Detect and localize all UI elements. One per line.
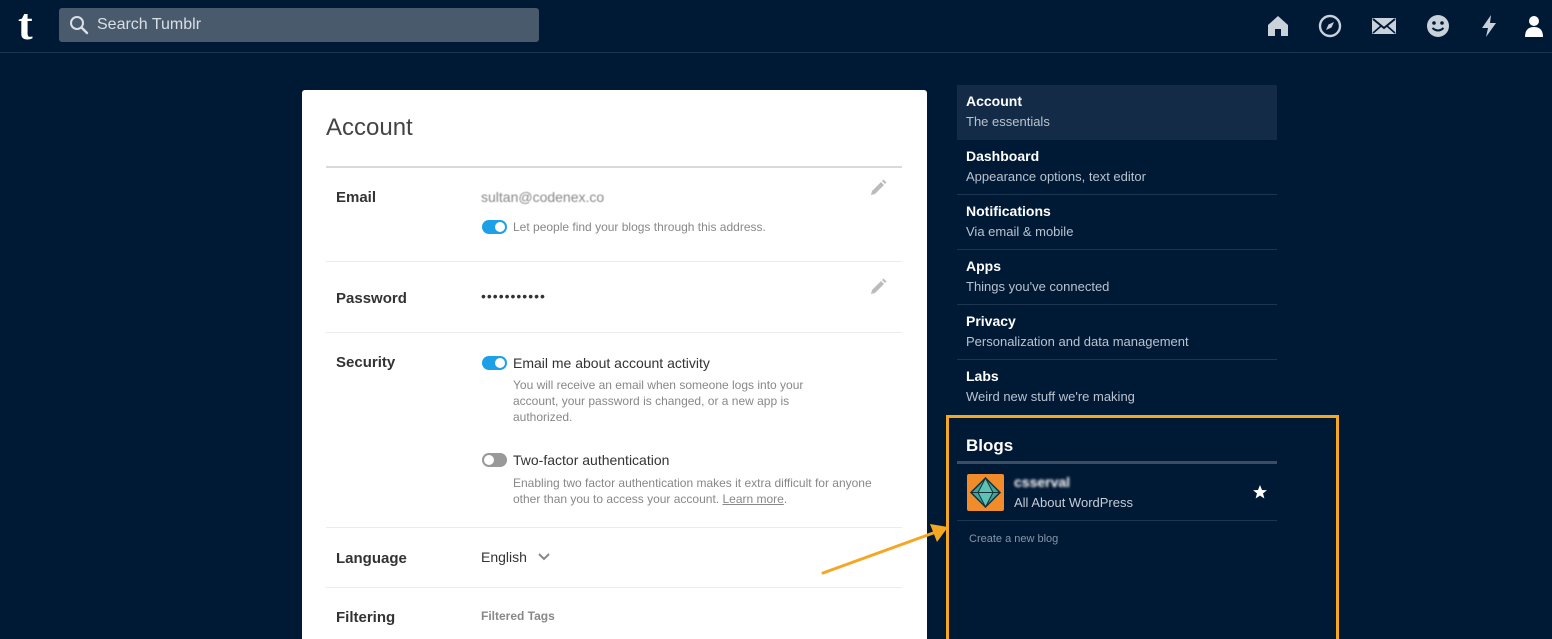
sidebar-item-title: Labs bbox=[966, 368, 999, 384]
email-value: sultan@codenex.co bbox=[481, 189, 605, 205]
account-activity-toggle[interactable] bbox=[482, 356, 507, 370]
blog-logo-icon bbox=[969, 476, 1002, 509]
sidebar-item-labs[interactable]: Labs Weird new stuff we're making bbox=[957, 360, 1277, 415]
blogs-divider bbox=[957, 461, 1277, 464]
blog-subtitle: All About WordPress bbox=[1014, 495, 1133, 510]
pencil-icon[interactable] bbox=[868, 277, 888, 297]
account-activity-hint: You will receive an email when someone l… bbox=[513, 378, 804, 424]
two-factor-label: Two-factor authentication bbox=[513, 452, 670, 468]
sidebar-item-subtitle: Personalization and data management bbox=[966, 334, 1189, 349]
sidebar-item-subtitle: Via email & mobile bbox=[966, 224, 1074, 239]
row-divider bbox=[326, 527, 902, 528]
email-label: Email bbox=[336, 189, 377, 206]
sidebar-item-title: Privacy bbox=[966, 313, 1016, 329]
sidebar-item-privacy[interactable]: Privacy Personalization and data managem… bbox=[957, 305, 1277, 360]
sidebar-item-title: Account bbox=[966, 93, 1022, 109]
language-select[interactable]: English bbox=[481, 549, 527, 565]
row-divider bbox=[326, 332, 902, 333]
two-factor-toggle[interactable] bbox=[482, 453, 507, 467]
pencil-icon[interactable] bbox=[868, 178, 888, 198]
blog-avatar[interactable] bbox=[967, 474, 1004, 511]
chevron-down-icon[interactable] bbox=[538, 553, 550, 561]
sidebar-item-title: Dashboard bbox=[966, 148, 1040, 164]
blogs-heading: Blogs bbox=[966, 436, 1014, 455]
create-blog-link[interactable]: Create a new blog bbox=[969, 533, 1058, 545]
filtered-tags-label: Filtered Tags bbox=[481, 609, 555, 623]
password-value: ••••••••••• bbox=[481, 288, 546, 304]
password-label: Password bbox=[336, 290, 407, 307]
blogs-list-divider bbox=[957, 520, 1277, 521]
search-input[interactable] bbox=[97, 8, 527, 42]
star-icon[interactable] bbox=[1252, 484, 1268, 500]
search-box[interactable] bbox=[59, 8, 539, 42]
search-icon bbox=[70, 16, 89, 35]
filtering-label: Filtering bbox=[336, 609, 396, 626]
sidebar-item-notifications[interactable]: Notifications Via email & mobile bbox=[957, 195, 1277, 250]
tumblr-logo[interactable]: t bbox=[18, 3, 48, 47]
learn-more-link[interactable]: Learn more bbox=[722, 492, 783, 506]
compass-icon[interactable] bbox=[1317, 13, 1343, 39]
find-by-email-toggle[interactable] bbox=[482, 220, 507, 234]
sidebar-item-title: Notifications bbox=[966, 203, 1051, 219]
language-label: Language bbox=[336, 550, 407, 567]
row-divider bbox=[326, 587, 902, 588]
sidebar-item-title: Apps bbox=[966, 258, 1001, 274]
sidebar-item-subtitle: Appearance options, text editor bbox=[966, 169, 1146, 184]
top-bar: t bbox=[0, 0, 1552, 53]
sidebar-item-account[interactable]: Account The essentials bbox=[957, 85, 1277, 140]
page-title: Account bbox=[326, 114, 413, 141]
smiley-icon[interactable] bbox=[1425, 13, 1451, 39]
sidebar-item-apps[interactable]: Apps Things you've connected bbox=[957, 250, 1277, 305]
two-factor-hint: Enabling two factor authentication makes… bbox=[513, 476, 872, 506]
sidebar-item-dashboard[interactable]: Dashboard Appearance options, text edito… bbox=[957, 140, 1277, 195]
account-activity-label: Email me about account activity bbox=[513, 355, 710, 371]
sidebar-item-subtitle: Things you've connected bbox=[966, 279, 1110, 294]
mail-icon[interactable] bbox=[1371, 13, 1397, 39]
sidebar-item-subtitle: The essentials bbox=[966, 114, 1050, 129]
lightning-icon[interactable] bbox=[1476, 13, 1502, 39]
row-divider bbox=[326, 261, 902, 262]
person-icon[interactable] bbox=[1521, 13, 1547, 39]
annotation-arrow-icon bbox=[821, 524, 948, 575]
security-label: Security bbox=[336, 354, 396, 371]
title-divider bbox=[326, 166, 902, 168]
blog-name[interactable]: csserval bbox=[1014, 474, 1070, 490]
sidebar-item-subtitle: Weird new stuff we're making bbox=[966, 389, 1135, 404]
find-by-email-text: Let people find your blogs through this … bbox=[513, 220, 766, 234]
home-icon[interactable] bbox=[1265, 13, 1291, 39]
